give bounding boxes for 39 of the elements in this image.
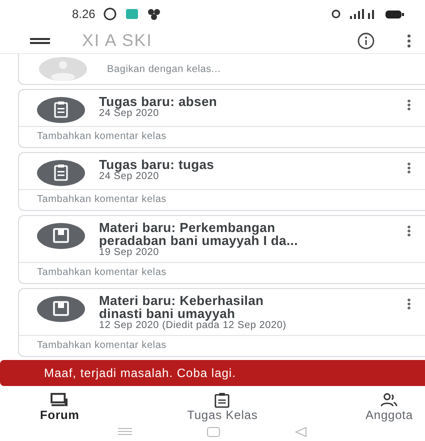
avatar-icon: [39, 57, 87, 82]
post-title[interactable]: Materi baru: Keberhasilan dinasti bani umayyah: [99, 294, 304, 320]
comment-link[interactable]: Tambahkan komentar kelas: [19, 336, 425, 356]
error-snackbar: Maaf, terjadi masalah. Coba lagi.: [0, 360, 425, 386]
nav-tab[interactable]: Forum: [40, 392, 80, 422]
menu-icon: [30, 36, 50, 45]
back-icon: [295, 426, 308, 437]
comment-link[interactable]: Tambahkan komentar kelas: [19, 263, 425, 284]
signal-icon: [349, 8, 377, 20]
share-field[interactable]: Bagikan dengan kelas...: [107, 64, 221, 75]
info-button[interactable]: [357, 32, 375, 50]
clipboard-icon: [212, 392, 232, 408]
comment-link[interactable]: Tambahkan komentar kelas: [19, 190, 425, 210]
more-icon: [407, 99, 411, 112]
more-icon: [407, 162, 411, 174]
home-icon: [206, 426, 220, 437]
comment-link[interactable]: Tambahkan komentar kelas: [19, 127, 425, 148]
more-icon: [407, 298, 411, 310]
battery-icon: [385, 8, 405, 20]
more-button[interactable]: [407, 34, 411, 48]
nav-tab[interactable]: Tugas Kelas: [187, 392, 258, 422]
class-title: XI A SKI: [82, 30, 154, 51]
clock-time: 8.26: [72, 7, 96, 22]
post-date: 24 Sep 2020: [99, 171, 160, 184]
post-date: 19 Sep 2020: [99, 247, 160, 260]
forum-icon: [50, 392, 70, 408]
menu-button[interactable]: [30, 36, 50, 45]
recent-apps-icon: [118, 427, 132, 436]
post-date: 12 Sep 2020 (Diedit pada 12 Sep 2020): [99, 320, 288, 332]
post-title[interactable]: Tugas baru: absen: [99, 95, 304, 108]
more-icon: [407, 34, 411, 48]
people-icon: [379, 392, 400, 408]
info-icon: [357, 32, 375, 50]
post-title[interactable]: Tugas baru: tugas: [99, 158, 304, 172]
nav-tab[interactable]: Anggota: [365, 392, 413, 422]
app-notification-icon: [125, 7, 140, 22]
post-title[interactable]: Materi baru: Perkembangan peradaban bani umayyah I da...: [99, 221, 304, 248]
post-date: 24 Sep 2020: [99, 108, 160, 120]
more-icon: [407, 225, 411, 238]
